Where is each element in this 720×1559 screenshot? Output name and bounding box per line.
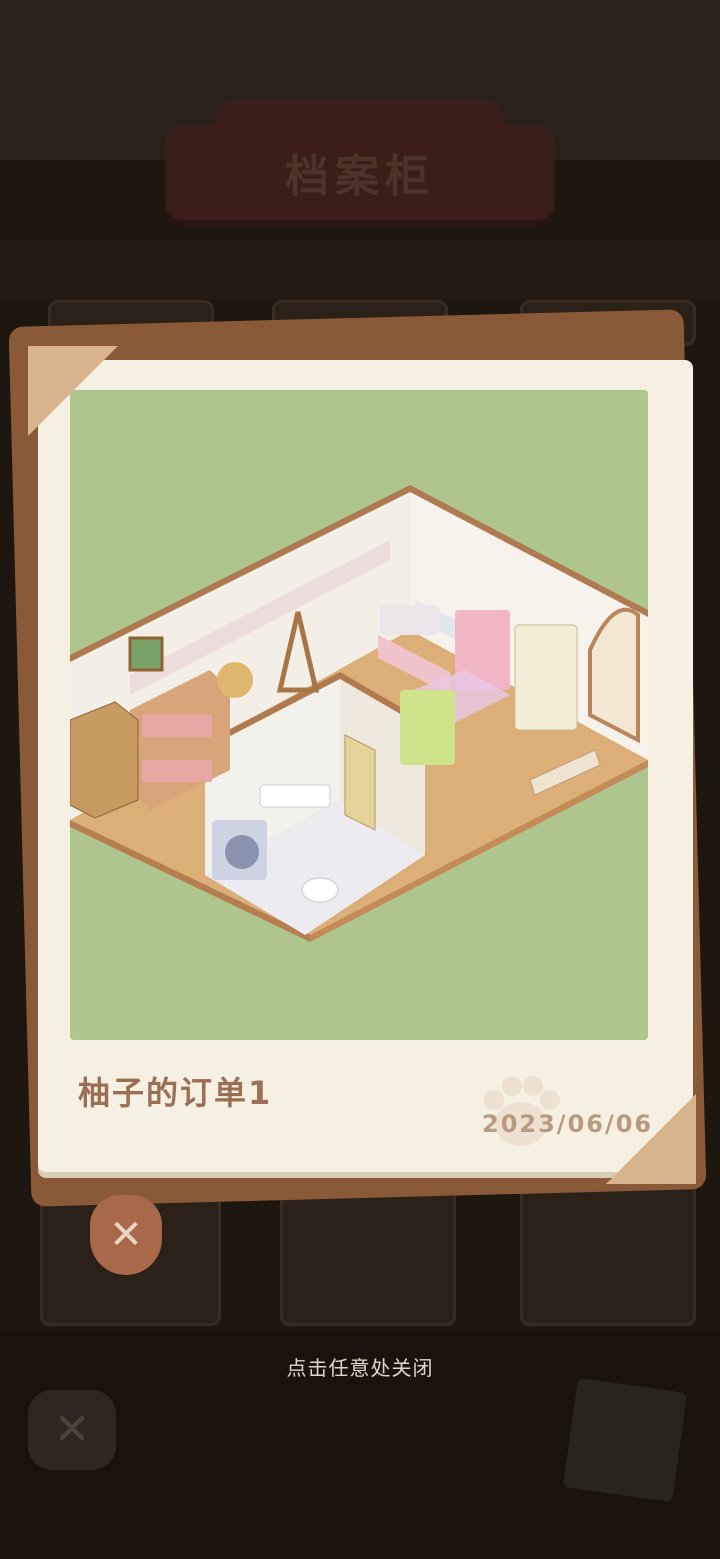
notes-icon (562, 1377, 688, 1503)
room-photo (70, 390, 648, 1040)
photo-title: 柚子的订单1 (78, 1074, 273, 1112)
shelf (0, 240, 720, 300)
photo-date: 2023/06/06 (482, 1110, 654, 1138)
background-title: 档案柜 (285, 151, 435, 202)
isometric-room-illustration (70, 485, 648, 942)
photo-corner-top-left (28, 346, 118, 436)
background-card (280, 1180, 456, 1326)
close-icon[interactable]: ✕ (90, 1195, 162, 1275)
background-close-button: ✕ (28, 1390, 116, 1470)
photo-corner-bottom-right (606, 1094, 696, 1184)
background-card (520, 1180, 696, 1326)
tap-anywhere-to-close[interactable]: 点击任意处关闭 (0, 1352, 720, 1381)
